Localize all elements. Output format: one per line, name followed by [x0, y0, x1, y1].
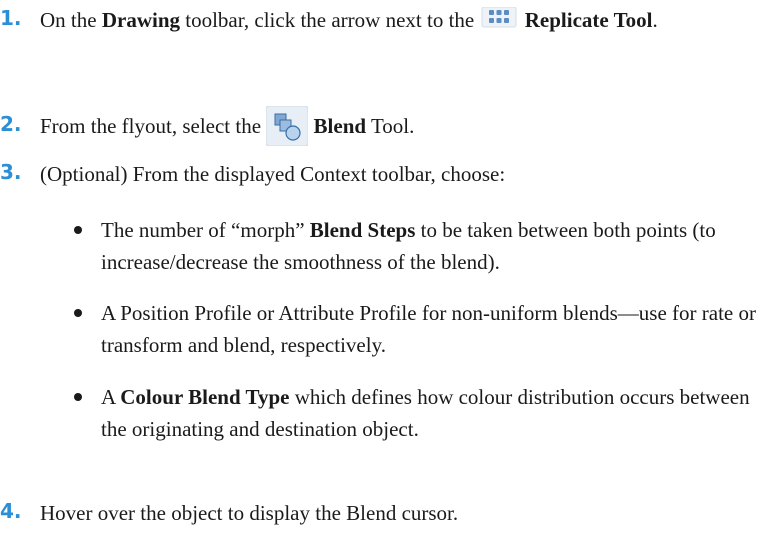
replicate-tool-icon: [479, 6, 519, 28]
bullet-icon: [74, 309, 82, 317]
toolbar-name: Drawing: [101, 8, 180, 32]
step-text: From the flyout, select the Blend Tool.: [40, 105, 755, 147]
step-text: Hover over the object to display the Ble…: [40, 501, 459, 525]
tool-name: Blend: [313, 114, 367, 138]
step-number: 3.: [0, 160, 22, 184]
blend-tool-icon: [265, 105, 309, 147]
bullet-icon: [74, 226, 82, 234]
tool-name: Replicate Tool: [524, 8, 653, 32]
step-number: 2.: [0, 112, 22, 136]
step-number: 4.: [0, 499, 22, 523]
step-text: On the Drawing toolbar, click the arrow …: [40, 6, 658, 32]
bullet-icon: [74, 393, 82, 401]
step-text: (Optional) From the displayed Context to…: [40, 162, 506, 186]
step-number: 1.: [0, 6, 22, 30]
